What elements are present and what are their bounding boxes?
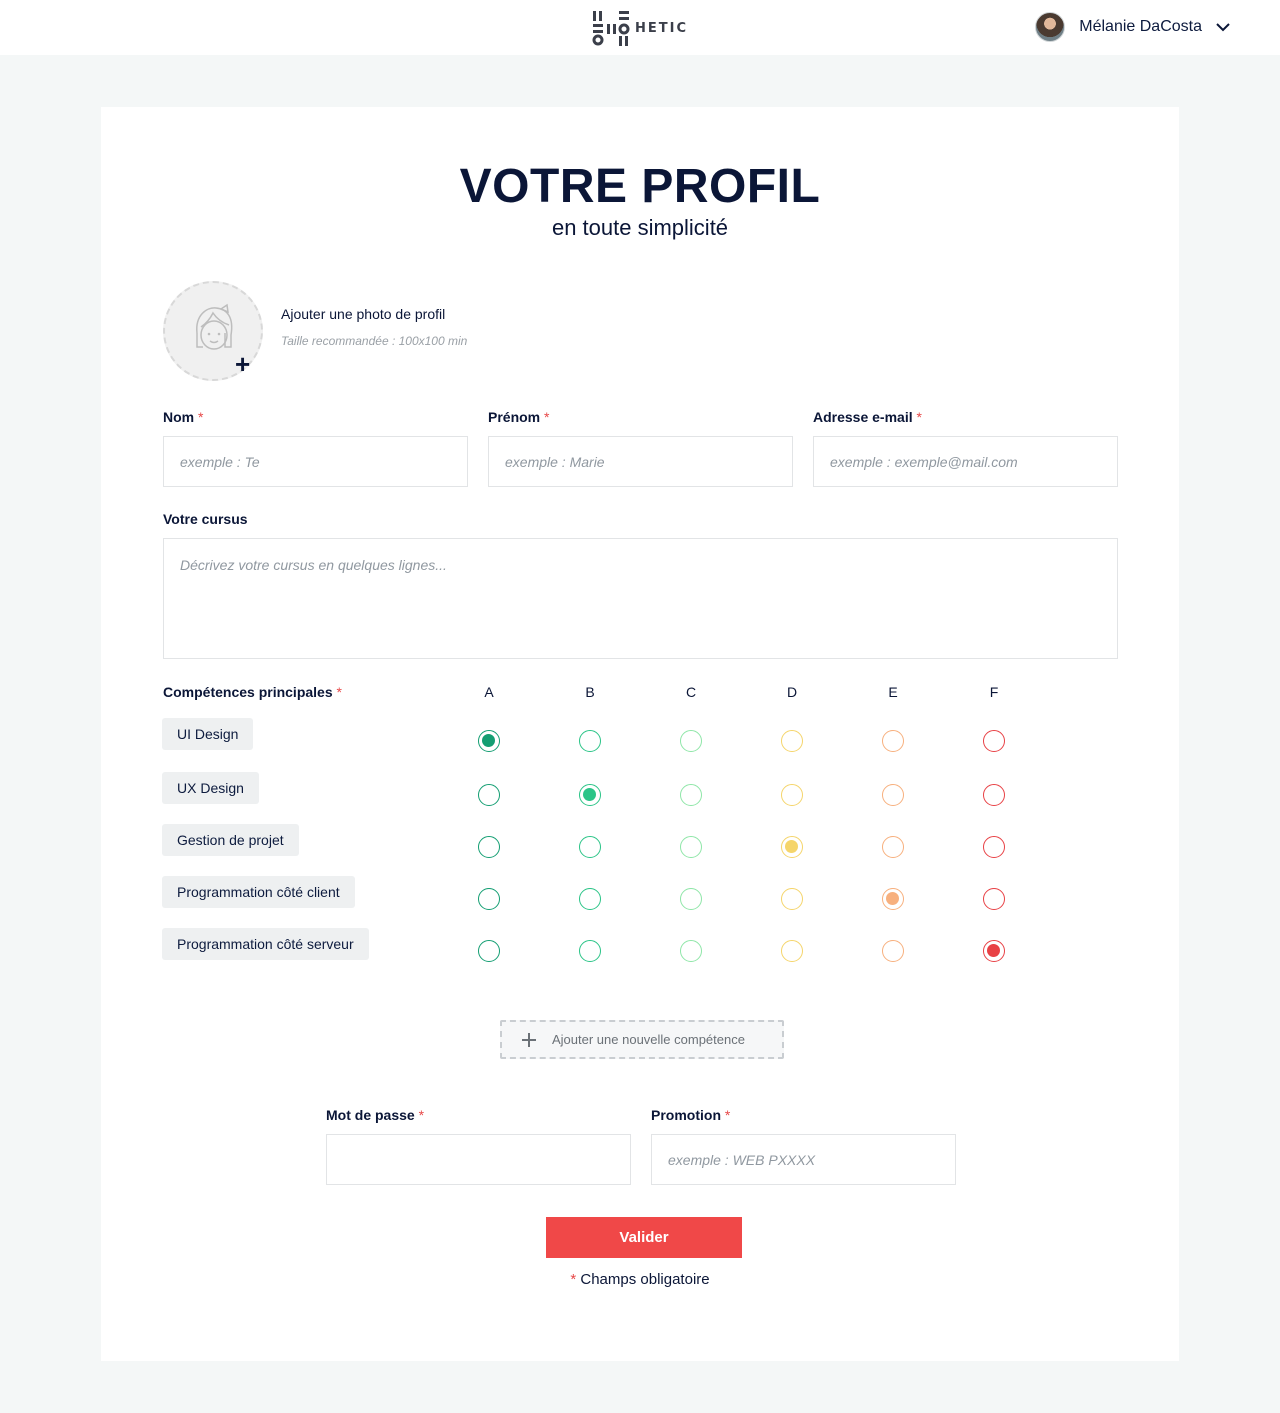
skill-chip[interactable]: Programmation côté serveur <box>162 928 369 960</box>
skill-level-radio-a[interactable] <box>478 836 500 858</box>
skill-chip[interactable]: UI Design <box>162 718 254 750</box>
skill-level-radio-d[interactable] <box>781 940 803 962</box>
skill-level-radio-f[interactable] <box>983 940 1005 962</box>
mandatory-note-text: Champs obligatoire <box>580 1271 710 1288</box>
profile-form-card: VOTRE PROFIL en toute simplicité + Ajout… <box>101 107 1179 1361</box>
skill-level-radio-a[interactable] <box>478 888 500 910</box>
skills-label-text: Compétences principales <box>163 684 333 700</box>
skill-chip[interactable]: UX Design <box>162 772 259 804</box>
skill-level-header-d: D <box>786 684 798 700</box>
nom-input[interactable] <box>163 436 468 487</box>
password-label: Mot de passe * <box>326 1107 424 1123</box>
skill-level-radio-c[interactable] <box>680 730 702 752</box>
skill-level-header-f: F <box>989 684 999 700</box>
radio-selected-dot <box>583 788 596 801</box>
avatar[interactable] <box>1035 12 1066 42</box>
skill-level-radio-c[interactable] <box>680 836 702 858</box>
radio-selected-dot <box>482 734 495 747</box>
skill-level-radio-f[interactable] <box>983 784 1005 806</box>
skill-level-radio-b[interactable] <box>579 888 601 910</box>
promotion-label: Promotion * <box>651 1107 730 1123</box>
add-skill-label: Ajouter une nouvelle compétence <box>552 1032 745 1047</box>
skill-level-header-c: C <box>685 684 697 700</box>
skills-label: Compétences principales * <box>163 684 342 700</box>
brand-name: HETIC <box>635 20 689 36</box>
email-label-text: Adresse e-mail <box>813 409 913 425</box>
skill-chip[interactable]: Gestion de projet <box>162 824 299 856</box>
skill-level-radio-e[interactable] <box>882 730 904 752</box>
page-subtitle: en toute simplicité <box>551 215 729 240</box>
skill-level-radio-b[interactable] <box>579 940 601 962</box>
skill-level-radio-c[interactable] <box>680 888 702 910</box>
required-asterisk: * <box>418 1107 425 1123</box>
skill-level-radio-d[interactable] <box>781 888 803 910</box>
chevron-down-icon[interactable] <box>1214 18 1232 36</box>
email-label: Adresse e-mail * <box>813 409 922 425</box>
radio-selected-dot <box>785 840 798 853</box>
add-photo-title: Ajouter une photo de profil <box>281 306 446 322</box>
cursus-label: Votre cursus <box>163 511 248 527</box>
skill-level-radio-b[interactable] <box>579 836 601 858</box>
skill-level-header-e: E <box>888 684 898 700</box>
skill-level-radio-e[interactable] <box>882 940 904 962</box>
skill-chip[interactable]: Programmation côté client <box>162 876 355 908</box>
radio-selected-dot <box>886 892 899 905</box>
user-name[interactable]: Mélanie DaCosta <box>1079 18 1202 36</box>
required-asterisk: * <box>916 409 922 425</box>
add-photo-hint: Taille recommandée : 100x100 min <box>281 334 468 348</box>
skill-level-radio-a[interactable] <box>478 784 500 806</box>
prenom-label-text: Prénom <box>488 409 541 425</box>
required-asterisk: * <box>724 1107 731 1123</box>
page-title: VOTRE PROFIL <box>459 160 821 213</box>
radio-selected-dot <box>987 944 1000 957</box>
skill-level-radio-f[interactable] <box>983 836 1005 858</box>
required-asterisk: * <box>570 1271 577 1288</box>
required-asterisk: * <box>336 684 342 700</box>
nom-label-text: Nom <box>163 409 195 425</box>
skill-level-radio-d[interactable] <box>781 836 803 858</box>
submit-button[interactable]: Valider <box>546 1217 742 1258</box>
prenom-label: Prénom * <box>488 409 549 425</box>
skill-level-radio-f[interactable] <box>983 888 1005 910</box>
skill-level-radio-a[interactable] <box>478 730 500 752</box>
plus-icon <box>522 1032 536 1047</box>
skill-level-radio-d[interactable] <box>781 784 803 806</box>
password-label-text: Mot de passe <box>326 1107 415 1123</box>
hetic-logo[interactable]: HETIC <box>591 9 688 47</box>
skill-level-radio-e[interactable] <box>882 784 904 806</box>
skill-level-radio-c[interactable] <box>680 784 702 806</box>
user-menu[interactable]: Mélanie DaCosta <box>1035 12 1232 42</box>
mandatory-note: * Champs obligatoire <box>101 1271 1179 1288</box>
top-bar: HETIC Mélanie DaCosta <box>0 0 1280 55</box>
nom-label: Nom * <box>163 409 203 425</box>
skill-level-header-a: A <box>484 684 494 700</box>
skill-level-radio-b[interactable] <box>579 784 601 806</box>
required-asterisk: * <box>544 409 550 425</box>
cursus-textarea[interactable] <box>163 538 1118 659</box>
promotion-label-text: Promotion <box>651 1107 721 1123</box>
promotion-input[interactable] <box>651 1134 956 1185</box>
add-skill-button[interactable]: Ajouter une nouvelle compétence <box>500 1020 784 1059</box>
email-input[interactable] <box>813 436 1118 487</box>
girl-avatar-placeholder-icon <box>196 303 233 350</box>
password-input[interactable] <box>326 1134 631 1185</box>
prenom-input[interactable] <box>488 436 793 487</box>
skill-level-radio-d[interactable] <box>781 730 803 752</box>
skill-level-radio-f[interactable] <box>983 730 1005 752</box>
profile-photo-upload[interactable]: + <box>163 281 263 381</box>
skill-level-radio-e[interactable] <box>882 888 904 910</box>
hetic-logo-mark-icon <box>592 11 630 46</box>
required-asterisk: * <box>198 409 204 425</box>
skill-level-radio-c[interactable] <box>680 940 702 962</box>
skill-level-radio-a[interactable] <box>478 940 500 962</box>
skill-level-header-b: B <box>585 684 595 700</box>
add-photo-plus-icon[interactable]: + <box>235 351 250 377</box>
skill-level-radio-b[interactable] <box>579 730 601 752</box>
skill-level-radio-e[interactable] <box>882 836 904 858</box>
